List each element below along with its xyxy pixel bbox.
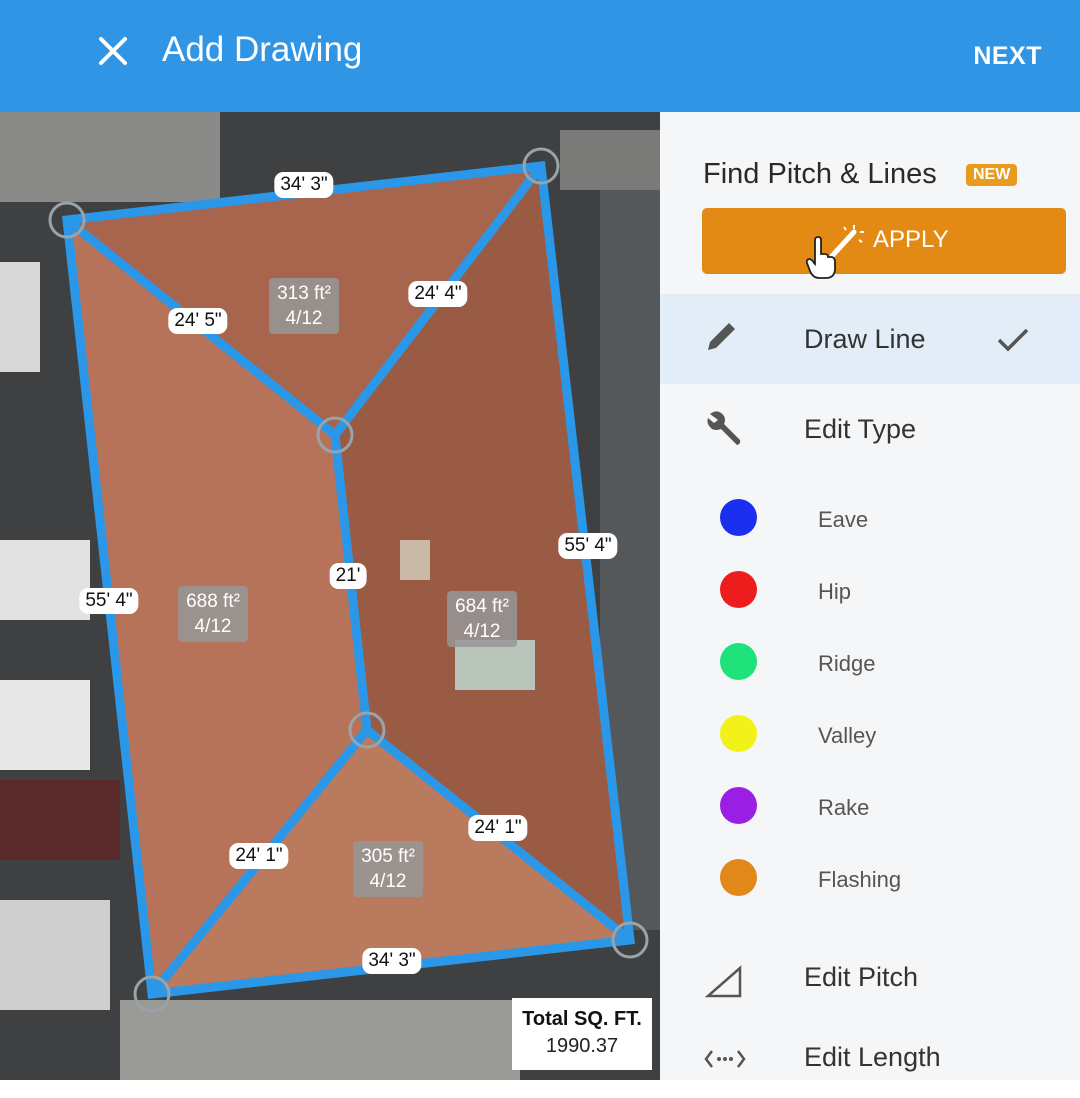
measure-label[interactable]: 24' 1"	[229, 843, 289, 869]
type-option-eave[interactable]: Eave	[660, 494, 1080, 544]
measure-label[interactable]: 24' 5"	[168, 308, 228, 334]
aerial-map[interactable]: 34' 3" 24' 5" 24' 4" 21' 55' 4" 55' 4" 2…	[0, 112, 660, 1080]
measure-label[interactable]: 34' 3"	[274, 172, 334, 198]
type-option-ridge[interactable]: Ridge	[660, 638, 1080, 688]
close-icon[interactable]	[96, 34, 130, 68]
edit-length-label: Edit Length	[804, 1042, 941, 1072]
measure-label[interactable]: 34' 3"	[362, 948, 422, 974]
triangle-icon	[704, 965, 742, 998]
top-bar: Add Drawing NEXT	[0, 0, 1080, 112]
area-label: 688 ft² 4/12	[178, 586, 248, 642]
color-dot	[720, 787, 757, 824]
area-label: 313 ft² 4/12	[269, 278, 339, 334]
edit-pitch-label: Edit Pitch	[804, 962, 919, 992]
tools-panel: Find Pitch & Lines NEW APPLY Draw Line E…	[660, 112, 1080, 1080]
measure-label[interactable]: 55' 4"	[558, 533, 618, 559]
area-pitch: 4/12	[369, 871, 407, 892]
area-label: 684 ft² 4/12	[447, 591, 517, 647]
measure-label[interactable]: 24' 1"	[468, 815, 528, 841]
length-arrows-icon	[704, 1050, 746, 1068]
type-option-valley[interactable]: Valley	[660, 710, 1080, 760]
edit-type-item[interactable]: Edit Type	[660, 384, 1080, 474]
next-button[interactable]: NEXT	[973, 42, 1042, 71]
total-sqft-box: Total SQ. FT. 1990.37	[512, 998, 652, 1070]
area-size: 313 ft²	[277, 283, 331, 304]
type-label: Eave	[818, 507, 869, 532]
type-option-rake[interactable]: Rake	[660, 782, 1080, 832]
area-size: 688 ft²	[186, 591, 240, 612]
color-dot	[720, 499, 757, 536]
edit-type-label: Edit Type	[804, 414, 917, 444]
draw-line-item[interactable]: Draw Line	[660, 294, 1080, 384]
area-label: 305 ft² 4/12	[353, 841, 423, 897]
measure-label[interactable]: 24' 4"	[408, 281, 468, 307]
apply-button[interactable]: APPLY	[702, 208, 1066, 274]
new-badge: NEW	[966, 164, 1018, 186]
color-dot	[720, 859, 757, 896]
type-label: Valley	[818, 723, 877, 748]
area-pitch: 4/12	[463, 621, 501, 642]
type-option-hip[interactable]: Hip	[660, 566, 1080, 616]
area-size: 305 ft²	[361, 846, 415, 867]
draw-line-label: Draw Line	[804, 324, 926, 354]
page-title: Add Drawing	[162, 30, 363, 69]
type-label: Rake	[818, 795, 870, 820]
type-label: Flashing	[818, 867, 902, 892]
find-pitch-title: Find Pitch & Lines	[703, 158, 937, 190]
measure-label[interactable]: 21'	[329, 563, 367, 589]
type-option-flashing[interactable]: Flashing	[660, 854, 1080, 904]
type-label: Ridge	[818, 651, 876, 676]
measure-label[interactable]: 55' 4"	[79, 588, 139, 614]
color-dot	[720, 571, 757, 608]
hand-cursor-icon	[806, 236, 836, 279]
area-size: 684 ft²	[455, 596, 509, 617]
color-dot	[720, 715, 757, 752]
total-value: 1990.37	[545, 1035, 619, 1057]
color-dot	[720, 643, 757, 680]
edit-pitch-item[interactable]: Edit Pitch	[660, 950, 1080, 1010]
pencil-icon	[708, 320, 738, 350]
type-label: Hip	[818, 579, 852, 604]
area-pitch: 4/12	[285, 308, 323, 329]
area-pitch: 4/12	[194, 616, 232, 637]
apply-label: APPLY	[873, 226, 949, 253]
checkmark-icon	[997, 328, 1029, 352]
wrench-icon	[707, 411, 741, 445]
edit-length-item[interactable]: Edit Length	[660, 1038, 1080, 1098]
total-label: Total SQ. FT.	[522, 1008, 642, 1030]
